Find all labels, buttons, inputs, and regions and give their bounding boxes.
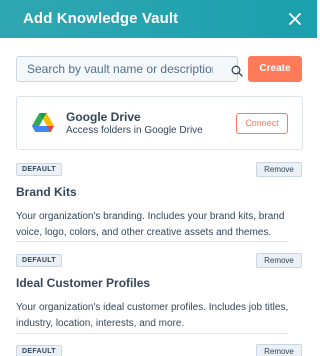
- google-drive-icon: [32, 113, 54, 133]
- modal-title: Add Knowledge Vault: [23, 10, 179, 27]
- google-drive-description: Access folders in Google Drive: [66, 125, 203, 136]
- modal-header: Add Knowledge Vault: [0, 0, 317, 38]
- default-badge: DEFAULT: [16, 345, 62, 356]
- remove-button[interactable]: Remove: [256, 162, 302, 177]
- google-drive-card: Google Drive Access folders in Google Dr…: [16, 96, 303, 150]
- vault-title: Brand Kits: [16, 185, 77, 199]
- vault-description: Your organization's branding. Includes y…: [16, 211, 285, 238]
- divider: [16, 333, 287, 334]
- vault-description: Your organization's ideal customer profi…: [16, 302, 289, 329]
- divider: [16, 241, 287, 242]
- remove-button[interactable]: Remove: [256, 344, 302, 356]
- close-icon[interactable]: [287, 11, 303, 27]
- google-drive-name: Google Drive: [66, 110, 141, 124]
- search-field: [16, 56, 243, 82]
- remove-button[interactable]: Remove: [256, 253, 302, 268]
- default-badge: DEFAULT: [16, 254, 62, 267]
- default-badge: DEFAULT: [16, 163, 62, 176]
- connect-button[interactable]: Connect: [236, 113, 288, 134]
- search-input[interactable]: [17, 57, 213, 81]
- create-button[interactable]: Create: [248, 56, 302, 82]
- search-icon[interactable]: [231, 64, 243, 77]
- vault-title: Ideal Customer Profiles: [16, 276, 151, 290]
